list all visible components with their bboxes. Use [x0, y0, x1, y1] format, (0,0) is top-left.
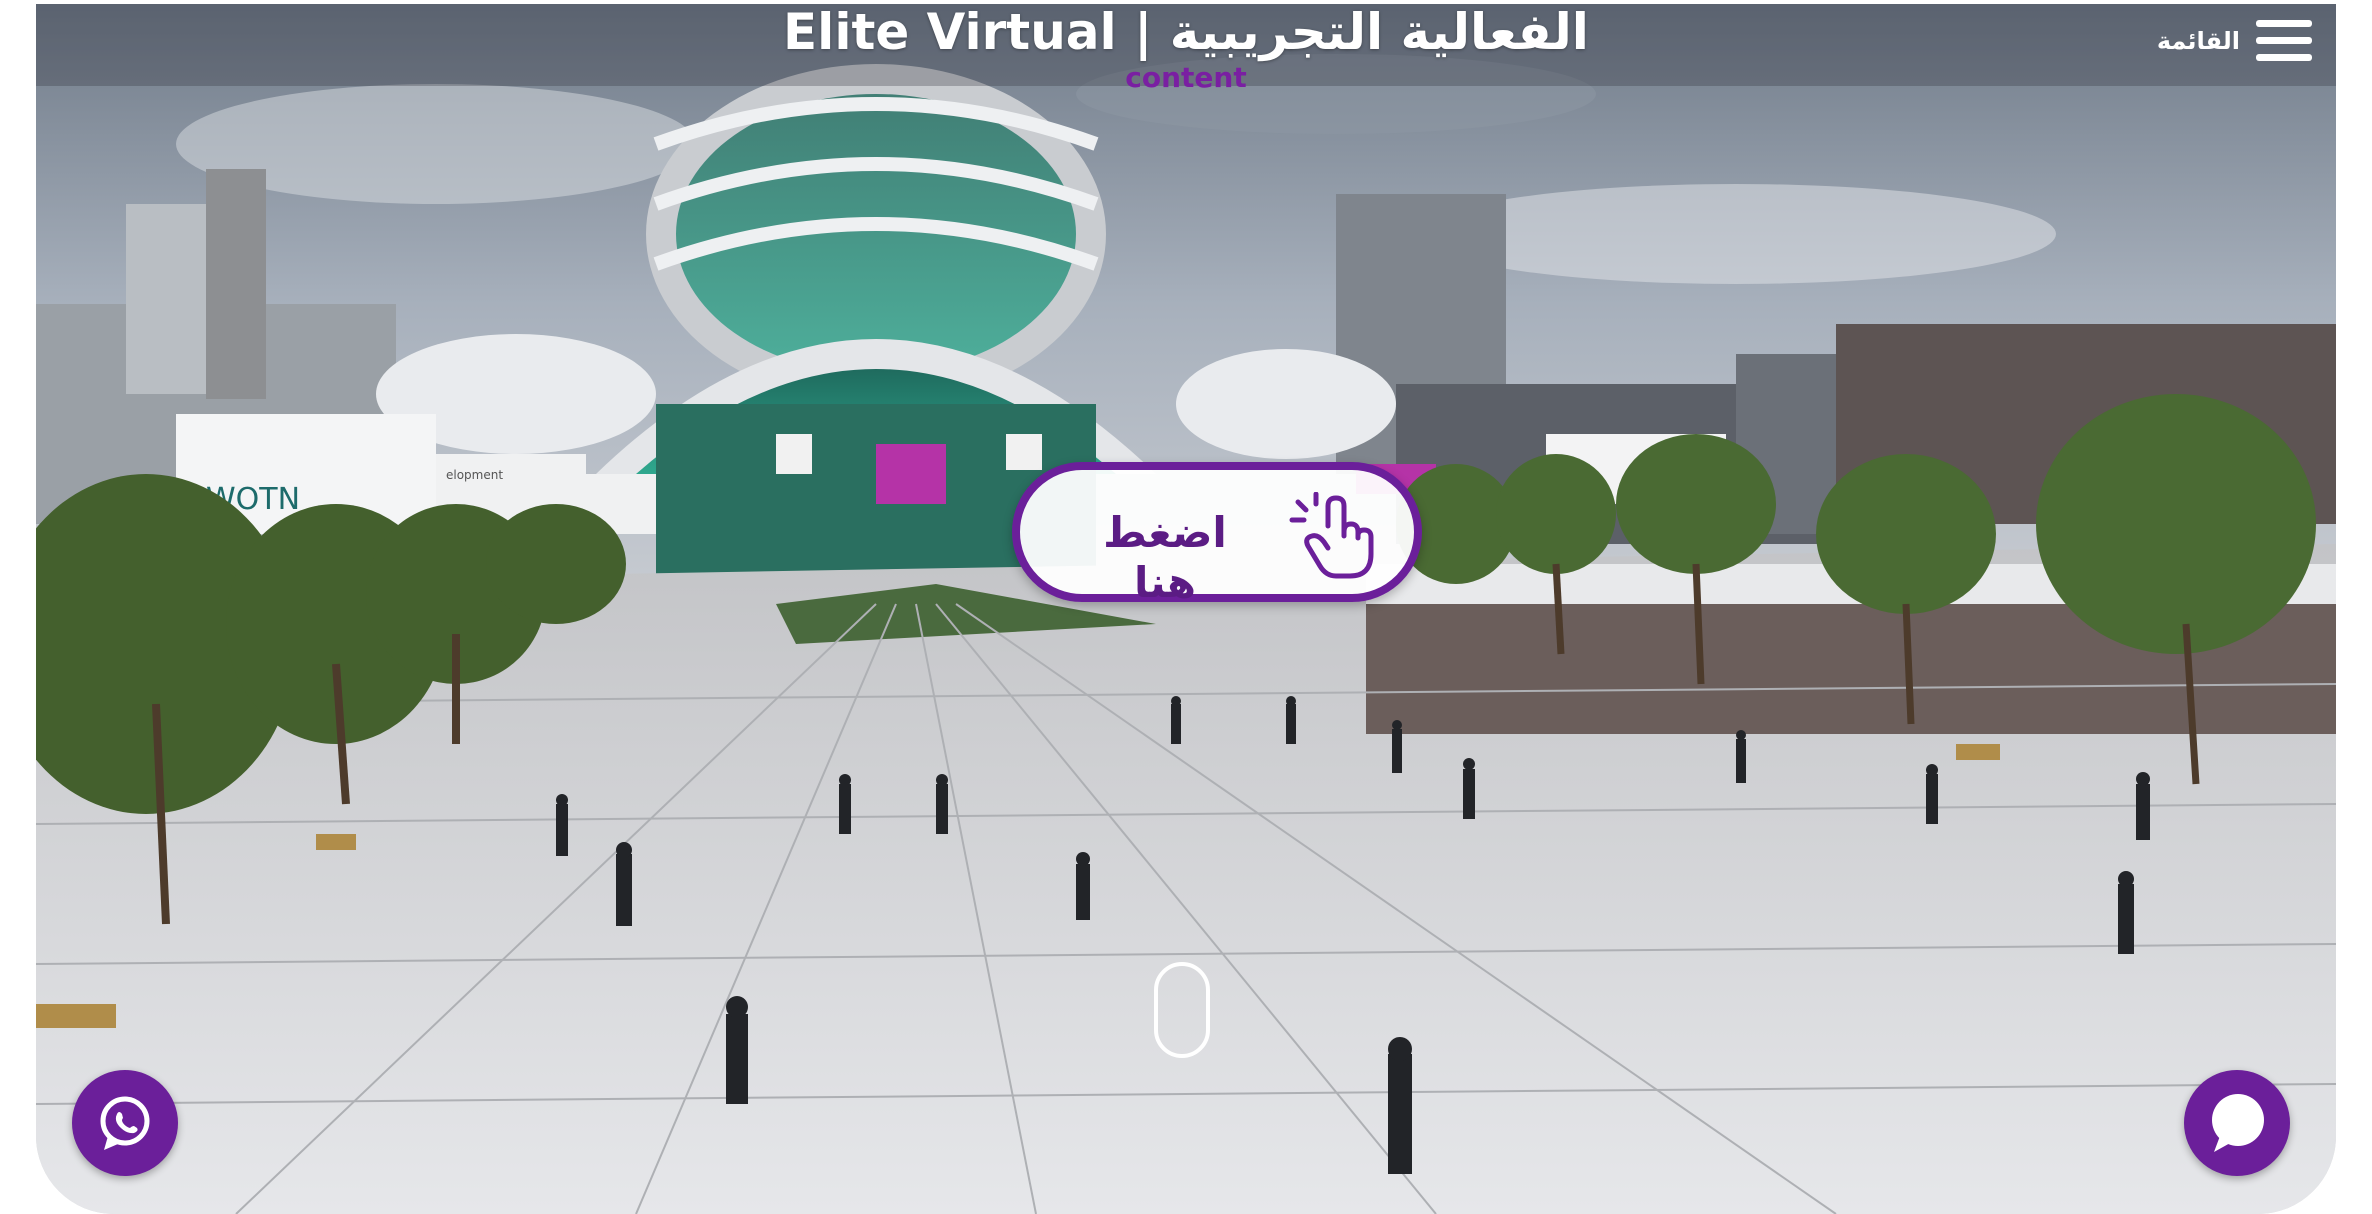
click-here-button[interactable]: اضغط هنا [1012, 462, 1422, 607]
hamburger-icon [2256, 20, 2312, 61]
billboard-2-text: elopment [446, 468, 503, 482]
whatsapp-icon [100, 1096, 150, 1150]
virtual-event-viewport[interactable]: WOTN elopment Elite Virtual | الفعالية ا… [36, 4, 2336, 1214]
whatsapp-button[interactable] [72, 1070, 178, 1176]
tap-hand-icon [1289, 492, 1374, 579]
menu-button[interactable]: القائمة [2157, 14, 2312, 68]
page-title: Elite Virtual | الفعالية التجريبية [783, 4, 1589, 61]
page-subtitle: content [1125, 61, 1247, 94]
menu-label: القائمة [2156, 27, 2240, 55]
chat-bubble-icon [2212, 1094, 2264, 1152]
scroll-mouse-icon [1154, 962, 1210, 1058]
click-here-label: اضغط هنا [1103, 508, 1227, 607]
chat-button[interactable] [2184, 1070, 2290, 1176]
